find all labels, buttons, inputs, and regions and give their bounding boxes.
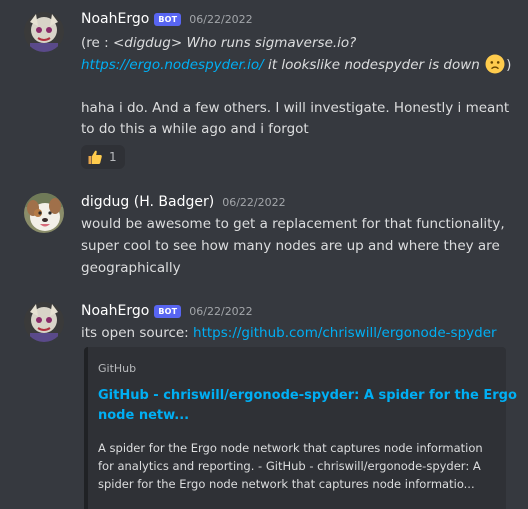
- message-prefix: its open source:: [81, 325, 194, 341]
- bot-tag: BOT: [154, 304, 182, 318]
- quoted-text: <digdug> Who runs sigmaverse.io?: [112, 35, 357, 51]
- github-link[interactable]: https://github.com/chriswill/ergonode-sp…: [193, 325, 497, 341]
- message-text: geographically: [81, 260, 181, 276]
- embed-description: A spider for the Ergo node network that …: [98, 439, 498, 493]
- embed-title-line[interactable]: node netw...: [98, 406, 498, 426]
- chat-message-list: NoahErgo BOT 06/22/2022 (re : <digdug> W…: [0, 0, 528, 509]
- avatar-noahergo-icon: [24, 302, 64, 342]
- message-text: to do this a while ago and i forgot: [81, 121, 309, 137]
- reply-close: ): [506, 57, 512, 73]
- embed-provider[interactable]: GitHub: [98, 362, 136, 375]
- reaction-thumbs-up[interactable]: 1: [81, 145, 125, 169]
- message-header: NoahErgo BOT 06/22/2022: [81, 301, 253, 321]
- avatar[interactable]: [24, 12, 64, 52]
- message-header: digdug (H. Badger) 06/22/2022: [81, 192, 286, 212]
- thumbs-up-icon: [88, 150, 102, 164]
- message-text: https://ergo.nodespyder.io/ it lookslike…: [81, 54, 511, 75]
- message-text: haha i do. And a few others. I will inve…: [81, 100, 510, 116]
- message-header: NoahErgo BOT 06/22/2022: [81, 9, 253, 29]
- message-text: super cool to see how many nodes are up …: [81, 238, 500, 254]
- embed-description-line: spider for the Ergo node network that ca…: [98, 477, 475, 491]
- timestamp[interactable]: 06/22/2022: [189, 305, 252, 318]
- reaction-count: 1: [109, 150, 117, 164]
- embed-title-line[interactable]: GitHub - chriswill/ergonode-spyder: A sp…: [98, 386, 517, 406]
- avatar-digdug-icon: [24, 193, 64, 233]
- username[interactable]: digdug (H. Badger): [81, 194, 214, 210]
- avatar[interactable]: [24, 193, 64, 233]
- timestamp[interactable]: 06/22/2022: [189, 13, 252, 26]
- embed-description-line: A spider for the Ergo node network that …: [98, 441, 483, 455]
- message-text: (re : <digdug> Who runs sigmaverse.io?: [81, 33, 356, 53]
- nodespyder-link[interactable]: https://ergo.nodespyder.io/: [81, 57, 264, 73]
- timestamp[interactable]: 06/22/2022: [222, 196, 285, 209]
- reply-prefix: (re :: [81, 35, 113, 51]
- frowning-face-icon: [485, 54, 505, 74]
- quoted-text: it lookslike nodespyder is down: [263, 57, 480, 73]
- embed-description-line: for analytics and reporting. - GitHub - …: [98, 459, 481, 473]
- bot-tag: BOT: [154, 12, 182, 26]
- message-text: would be awesome to get a replacement fo…: [81, 216, 505, 232]
- link-embed: GitHub GitHub - chriswill/ergonode-spyde…: [84, 347, 517, 509]
- username[interactable]: NoahErgo: [81, 11, 149, 27]
- avatar-noahergo-icon: [24, 12, 64, 52]
- avatar[interactable]: [24, 302, 64, 342]
- username[interactable]: NoahErgo: [81, 303, 149, 319]
- message-text: its open source: https://github.com/chri…: [81, 323, 497, 343]
- embed-title-link[interactable]: GitHub - chriswill/ergonode-spyder: A sp…: [98, 386, 517, 426]
